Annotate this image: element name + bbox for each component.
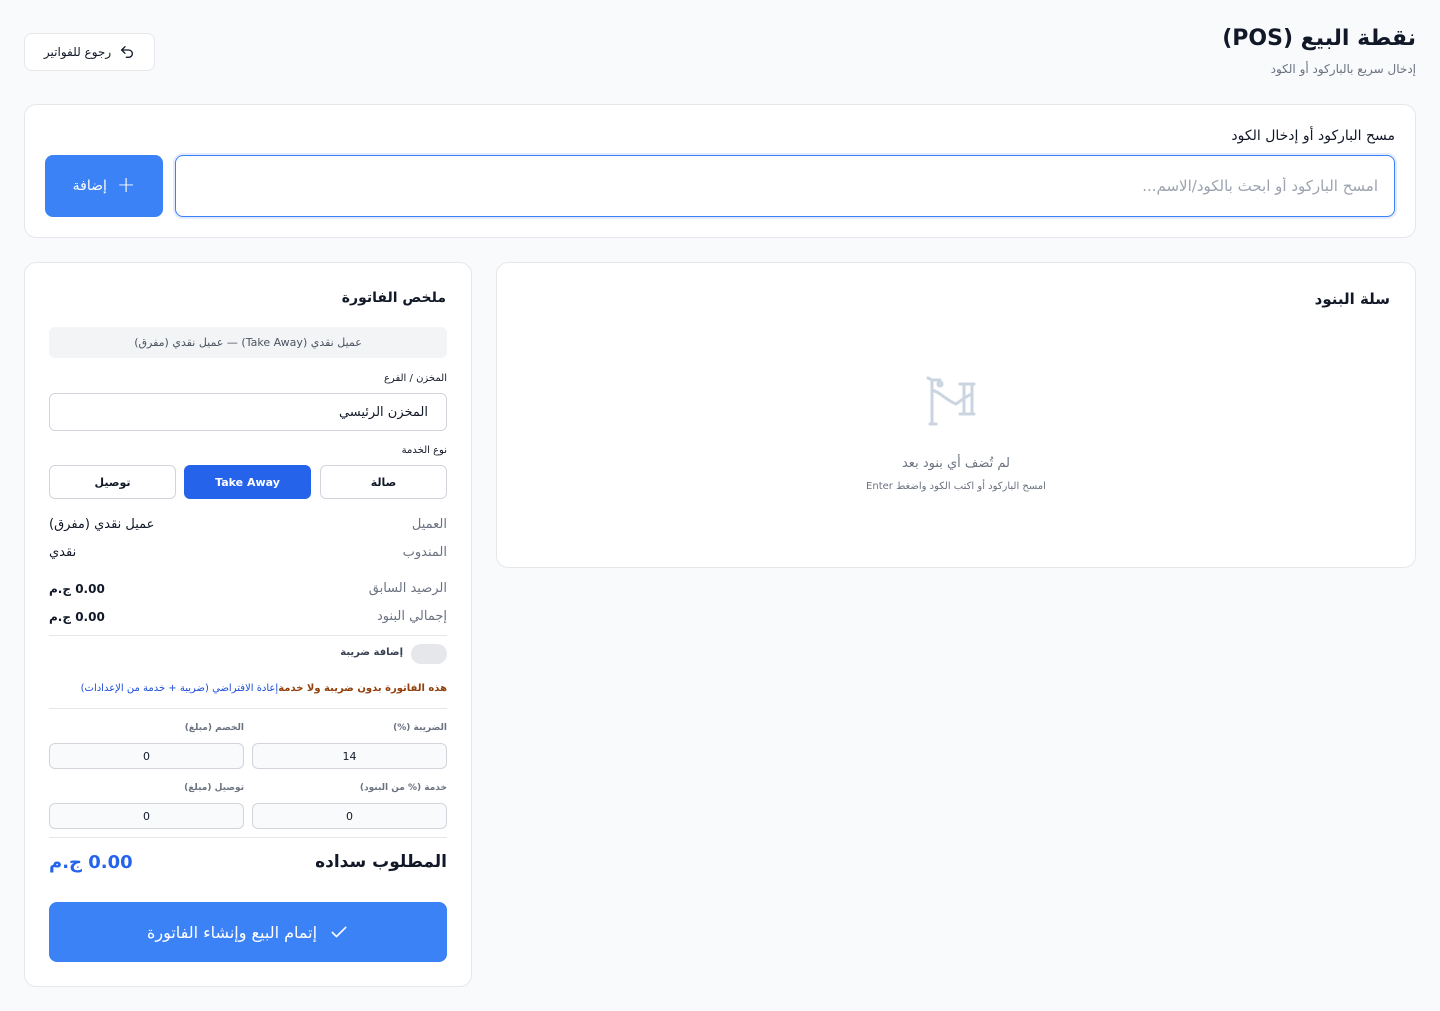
- items-total-value: 0.00 ج.م: [49, 610, 105, 624]
- amount-due-label: المطلوب سداده: [315, 852, 447, 872]
- discount-input[interactable]: 0: [49, 743, 244, 769]
- invoice-summary-card: [24, 262, 472, 987]
- customer-summary-box: عميل نقدي (Take Away) — عميل نقدي (مفرق): [49, 327, 447, 358]
- tax-toggle-label: إضافة ضريبة: [340, 647, 403, 658]
- divider: [49, 708, 447, 709]
- add-button-label: إضافة: [72, 178, 107, 194]
- store-select[interactable]: المخزن الرئيسي: [49, 393, 447, 431]
- delivery-label: توصيل (مبلغ): [184, 783, 244, 793]
- store-select-value: المخزن الرئيسي: [338, 404, 428, 420]
- summary-title: ملخص الفاتورة: [341, 290, 446, 306]
- reset-defaults-link[interactable]: إعادة الافتراضي (ضريبة + خدمة من الإعداد…: [81, 683, 279, 694]
- tax-pct-label: الضريبة (%): [393, 723, 447, 733]
- tax-pct-input[interactable]: 14: [252, 743, 447, 769]
- service-takeaway-button[interactable]: Take Away: [184, 465, 311, 499]
- service-pct-label: خدمة (% من البنود): [359, 783, 447, 793]
- tax-toggle[interactable]: [411, 644, 447, 664]
- tax-note: هذه الفاتورة بدون ضريبة ولا خدمةإعادة ال…: [81, 683, 447, 694]
- prev-balance-value: 0.00 ج.م: [49, 582, 105, 596]
- customer-key: العميل: [411, 517, 447, 532]
- barcode-search-input[interactable]: [175, 155, 1395, 217]
- empty-cart-title: لم تُضف أي بنود بعد: [901, 456, 1011, 471]
- items-total-key: إجمالي البنود: [377, 609, 447, 624]
- cart-title: سلة البنود: [1314, 290, 1390, 308]
- check-icon: [331, 926, 347, 938]
- divider: [49, 635, 447, 636]
- divider: [49, 837, 447, 838]
- empty-cart-icon: [926, 376, 976, 426]
- delivery-input[interactable]: 0: [49, 803, 244, 829]
- rep-key: المندوب: [402, 545, 447, 560]
- add-item-button[interactable]: + إضافة: [45, 155, 163, 217]
- customer-value: عميل نقدي (مفرق): [49, 517, 155, 532]
- complete-sale-button[interactable]: إتمام البيع وإنشاء الفاتورة: [49, 902, 447, 962]
- page-subtitle: إدخال سريع بالباركود أو الكود: [1270, 62, 1416, 76]
- page-title: نقطة البيع (POS): [1222, 26, 1416, 51]
- back-to-invoices-button[interactable]: رجوع للفواتير: [24, 33, 155, 71]
- back-button-label: رجوع للفواتير: [43, 45, 112, 59]
- service-delivery-button[interactable]: توصيل: [49, 465, 176, 499]
- complete-sale-label: إتمام البيع وإنشاء الفاتورة: [146, 922, 318, 942]
- plus-icon: +: [116, 173, 136, 198]
- prev-balance-key: الرصيد السابق: [368, 581, 447, 596]
- store-label: المخزن / الفرع: [383, 373, 447, 384]
- service-type-label: نوع الخدمة: [401, 445, 447, 456]
- empty-cart-hint: امسح الباركود أو اكتب الكود واضغط Enter: [866, 481, 1046, 492]
- service-dine-in-button[interactable]: صالة: [320, 465, 447, 499]
- rep-value: نقدي: [49, 545, 77, 560]
- service-pct-input[interactable]: 0: [252, 803, 447, 829]
- discount-label: الخصم (مبلغ): [184, 723, 244, 733]
- tax-note-warning: هذه الفاتورة بدون ضريبة ولا خدمة: [278, 683, 447, 694]
- amount-due-value: 0.00 ج.م: [49, 852, 133, 873]
- scan-label: مسح الباركود أو إدخال الكود: [1231, 128, 1395, 144]
- undo-arrow-icon: [121, 46, 134, 58]
